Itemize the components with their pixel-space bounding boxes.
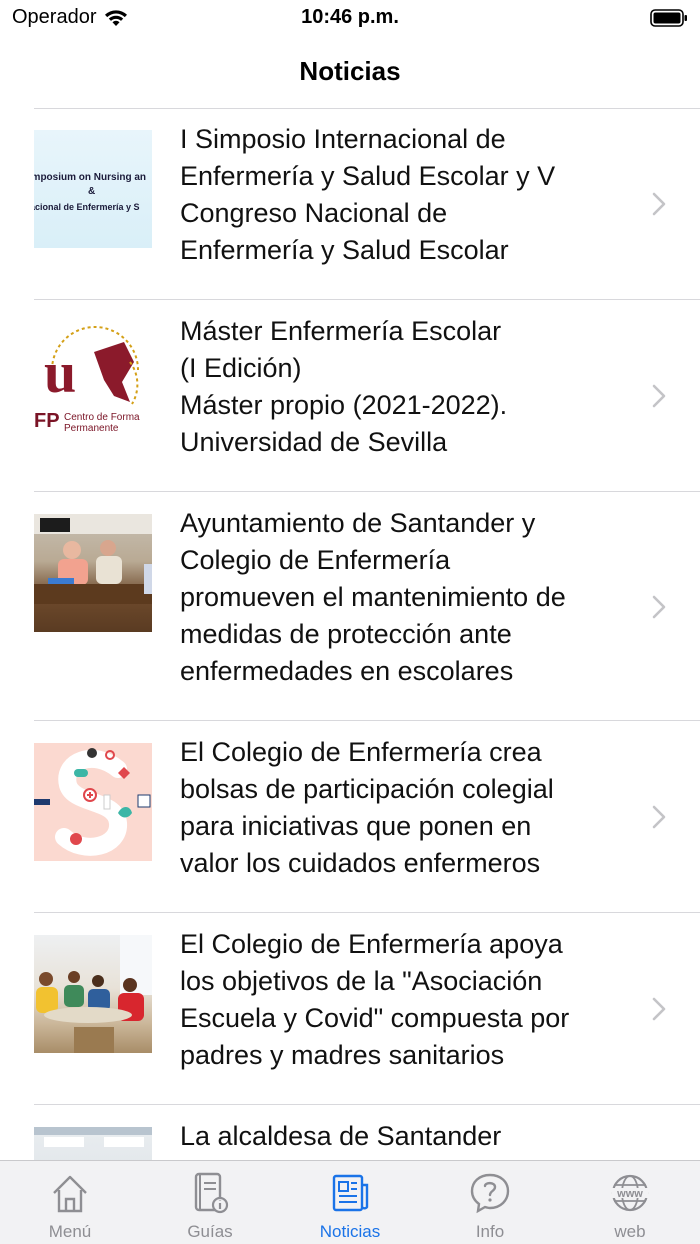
news-item-2[interactable]: u FP Centro de Forma Permanente Máster En…: [0, 300, 700, 492]
meeting-photo-icon: [34, 514, 152, 604]
news-item-1[interactable]: ymposium on Nursing an & acional de Enfe…: [0, 108, 700, 300]
news-item-3[interactable]: Ayuntamiento de Santander y Colegio de E…: [0, 492, 700, 721]
tab-web[interactable]: www web: [560, 1161, 700, 1244]
thumbnail-text: Centro de Forma Permanente: [64, 412, 140, 434]
news-thumbnail: u FP Centro de Forma Permanente: [34, 322, 152, 440]
globe-www-icon: www: [611, 1174, 649, 1212]
chevron-right-icon: [652, 595, 666, 619]
chevron-right-icon: [652, 192, 666, 216]
news-item-5[interactable]: El Colegio de Enfermería apoya los objet…: [0, 913, 700, 1105]
chevron-right-icon: [652, 805, 666, 829]
chevron-right-icon: [652, 997, 666, 1021]
tab-label: Noticias: [319, 1222, 381, 1241]
tab-label: web: [614, 1222, 646, 1241]
tab-label: Info: [475, 1222, 505, 1241]
tab-menu[interactable]: Menú: [0, 1161, 140, 1244]
thumbnail-text: &: [88, 186, 96, 197]
guide-icon: [194, 1172, 229, 1214]
thumbnail-text: FP: [34, 410, 60, 432]
news-title: La alcaldesa de Santander: [180, 1121, 502, 1151]
home-icon: [53, 1175, 87, 1213]
tab-label: Guías: [187, 1222, 233, 1241]
news-thumbnail: [34, 1127, 152, 1160]
news-item-4[interactable]: El Colegio de Enfermería crea bolsas de …: [0, 721, 700, 913]
meeting-photo-icon: [36, 935, 152, 1053]
chevron-right-icon: [652, 384, 666, 408]
thumbnail-text: acional de Enfermería y S: [34, 202, 140, 212]
news-title: El Colegio de Enfermería apoya los objet…: [180, 929, 570, 1070]
news-item-6[interactable]: La alcaldesa de Santander: [0, 1105, 700, 1160]
status-time: 10:46 p.m.: [301, 6, 399, 28]
thumbnail-text: ymposium on Nursing an: [34, 172, 147, 183]
news-title: Máster Enfermería Escolar (I Edición) Má…: [180, 316, 508, 457]
news-thumbnail: [34, 514, 152, 632]
newspaper-icon: [332, 1174, 369, 1212]
news-title: Ayuntamiento de Santander y Colegio de E…: [180, 508, 566, 686]
battery-icon: [650, 9, 687, 27]
health-illustration-icon: [34, 748, 151, 856]
status-bar: Operador 10:46 p.m.: [0, 0, 700, 40]
tab-bar: Menú Guías Noticias Info www web: [0, 1160, 700, 1244]
svg-text:www: www: [616, 1188, 643, 1200]
news-thumbnail: ymposium on Nursing an & acional de Enfe…: [34, 130, 152, 248]
tab-news[interactable]: Noticias: [280, 1161, 420, 1244]
page-title: Noticias: [299, 56, 401, 86]
news-thumbnail: [34, 743, 152, 861]
news-title: I Simposio Internacional de Enfermería y…: [180, 124, 556, 265]
news-title: El Colegio de Enfermería crea bolsas de …: [180, 737, 554, 878]
tab-label: Menú: [48, 1222, 92, 1241]
svg-text:u: u: [44, 340, 76, 405]
news-list[interactable]: ymposium on Nursing an & acional de Enfe…: [0, 108, 700, 1160]
tab-info[interactable]: Info: [420, 1161, 560, 1244]
office-photo-icon: [34, 1127, 152, 1147]
navigation-bar: Noticias: [0, 40, 700, 108]
news-thumbnail: [34, 935, 152, 1053]
tab-guides[interactable]: Guías: [140, 1161, 280, 1244]
help-bubble-icon: [470, 1173, 510, 1214]
